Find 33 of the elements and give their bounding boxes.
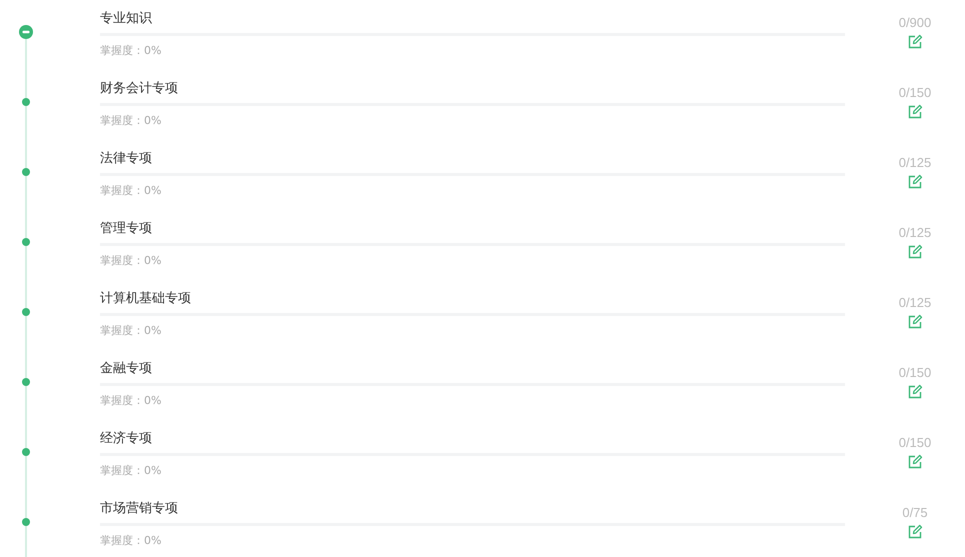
chapter-title[interactable]: 财务会计专项 [100, 80, 178, 98]
edit-icon[interactable] [907, 314, 923, 330]
chapter-title[interactable]: 管理专项 [100, 220, 152, 238]
mastery-text: 掌握度：0% [100, 464, 162, 478]
edit-icon[interactable] [907, 244, 923, 260]
edit-icon[interactable] [907, 104, 923, 120]
mastery-text: 掌握度：0% [100, 534, 162, 548]
edit-icon[interactable] [907, 524, 923, 540]
mastery-text: 掌握度：0% [100, 44, 162, 58]
mastery-text: 掌握度：0% [100, 114, 162, 128]
question-count: 0/75 [902, 505, 928, 521]
mastery-text: 掌握度：0% [100, 184, 162, 198]
mastery-text: 掌握度：0% [100, 324, 162, 338]
edit-icon[interactable] [907, 174, 923, 190]
mastery-text: 掌握度：0% [100, 254, 162, 268]
chapter-title[interactable]: 计算机基础专项 [100, 290, 191, 308]
question-count: 0/150 [898, 365, 932, 381]
question-count: 0/150 [898, 435, 932, 451]
mastery-text: 掌握度：0% [100, 394, 162, 408]
collapse-icon[interactable] [19, 25, 33, 39]
chapter-title[interactable]: 专业知识 [100, 10, 152, 28]
edit-icon[interactable] [907, 384, 923, 400]
question-count: 0/125 [898, 225, 932, 241]
chapter-title[interactable]: 市场营销专项 [100, 500, 178, 518]
chapter-title[interactable]: 金融专项 [100, 360, 152, 378]
question-count: 0/125 [898, 155, 932, 171]
chapter-title[interactable]: 经济专项 [100, 430, 152, 448]
chapter-title[interactable]: 法律专项 [100, 150, 152, 168]
edit-icon[interactable] [907, 34, 923, 50]
edit-icon[interactable] [907, 454, 923, 470]
question-count: 0/900 [898, 15, 932, 31]
question-count: 0/125 [898, 295, 932, 311]
question-count: 0/150 [898, 85, 932, 101]
